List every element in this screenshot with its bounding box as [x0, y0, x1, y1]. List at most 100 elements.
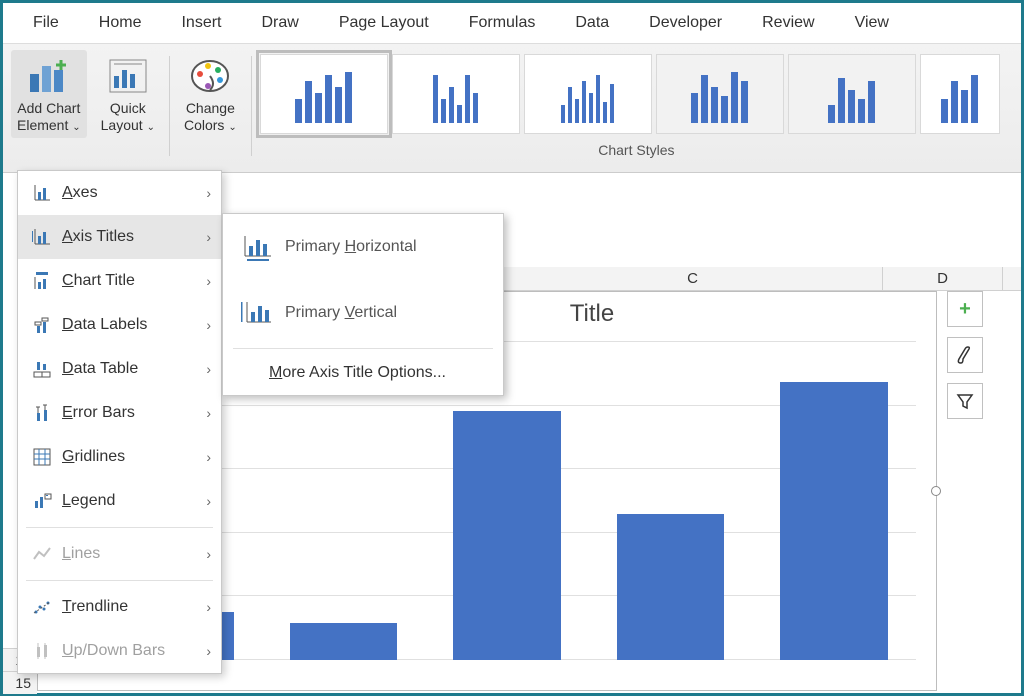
funnel-icon [955, 391, 975, 411]
menu-item-data-labels[interactable]: Data Labels› [18, 303, 221, 347]
menu-item-chart-title[interactable]: Chart Title› [18, 259, 221, 303]
gridlines-icon [28, 447, 56, 467]
chevron-right-icon: › [206, 317, 211, 333]
chevron-right-icon: › [206, 643, 211, 659]
add-chart-element-label: Add Chart Element ⌄ [17, 100, 81, 134]
chart-style-4[interactable] [656, 54, 784, 134]
axes-icon [28, 183, 56, 203]
add-chart-element-icon [24, 54, 74, 98]
brush-icon [955, 345, 975, 365]
row-header-15[interactable]: 15 [3, 671, 37, 694]
tab-view[interactable]: View [835, 4, 909, 42]
bar-3[interactable] [453, 411, 561, 660]
data-labels-icon [28, 315, 56, 335]
change-colors-label: Change Colors ⌄ [184, 100, 237, 134]
chart-style-5[interactable] [788, 54, 916, 134]
tab-developer[interactable]: Developer [629, 4, 742, 42]
lines-icon [28, 544, 56, 564]
menu-separator [26, 580, 213, 581]
chart-style-1[interactable] [260, 54, 388, 134]
chevron-right-icon: › [206, 405, 211, 421]
menu-item-label: Chart Title [56, 272, 206, 290]
menu-item-label: Axis Titles [56, 228, 206, 246]
tab-draw[interactable]: Draw [241, 4, 318, 42]
col-header-c[interactable]: C [503, 267, 883, 290]
axis-titles-icon [28, 227, 56, 247]
bar-4[interactable] [617, 514, 725, 660]
chevron-right-icon: › [206, 273, 211, 289]
change-colors-button[interactable]: Change Colors ⌄ [178, 50, 243, 138]
menu-item-label: Legend [56, 492, 206, 510]
menu-item-error-bars[interactable]: Error Bars› [18, 391, 221, 435]
menu-item-label: Gridlines [56, 448, 206, 466]
menu-separator [26, 527, 213, 528]
more-axis-title-options-menuitem[interactable]: More Axis Title Options... [223, 351, 503, 395]
legend-icon [28, 491, 56, 511]
menu-item-label: Up/Down Bars [56, 642, 206, 660]
ribbon-separator [169, 56, 170, 156]
add-chart-element-menu: Axes›Axis Titles›Chart Title›Data Labels… [17, 170, 222, 674]
menu-item-gridlines[interactable]: Gridlines› [18, 435, 221, 479]
ribbon-tabs: File Home Insert Draw Page Layout Formul… [3, 3, 1021, 43]
primary-horizontal-label: Primary Horizontal [285, 238, 417, 256]
tab-data[interactable]: Data [555, 4, 629, 42]
menu-item-updown: Up/Down Bars› [18, 629, 221, 673]
chart-filter-button[interactable] [947, 383, 983, 419]
menu-item-legend[interactable]: Legend› [18, 479, 221, 523]
chart-styles-button[interactable] [947, 337, 983, 373]
tab-home[interactable]: Home [79, 4, 162, 42]
primary-horizontal-menuitem[interactable]: Primary Horizontal [223, 214, 503, 280]
ribbon-separator-2 [251, 56, 252, 156]
menu-item-label: Error Bars [56, 404, 206, 422]
col-header-d[interactable]: D [883, 267, 1003, 290]
menu-item-label: Axes [56, 184, 206, 202]
axis-titles-submenu: Primary Horizontal Primary Vertical More… [222, 213, 504, 396]
chevron-right-icon: › [206, 229, 211, 245]
bar-5[interactable] [780, 382, 888, 660]
menu-item-axes[interactable]: Axes› [18, 171, 221, 215]
menu-item-label: Data Table [56, 360, 206, 378]
chevron-right-icon: › [206, 599, 211, 615]
menu-item-label: Lines [56, 545, 206, 563]
primary-vertical-menuitem[interactable]: Primary Vertical [223, 280, 503, 346]
menu-item-axis-titles[interactable]: Axis Titles› [18, 215, 221, 259]
primary-horizontal-icon [241, 232, 285, 262]
tab-formulas[interactable]: Formulas [449, 4, 556, 42]
tab-insert[interactable]: Insert [161, 4, 241, 42]
menu-item-trendline[interactable]: Trendline› [18, 585, 221, 629]
tab-page-layout[interactable]: Page Layout [319, 4, 449, 42]
menu-item-label: Data Labels [56, 316, 206, 334]
bar-2[interactable] [290, 623, 398, 660]
chart-float-buttons: + [947, 291, 983, 419]
chart-styles-label: Chart Styles [260, 142, 1013, 158]
chart-style-6[interactable] [920, 54, 1000, 134]
chart-style-2[interactable] [392, 54, 520, 134]
quick-layout-icon [103, 54, 153, 98]
chevron-right-icon: › [206, 449, 211, 465]
quick-layout-label: Quick Layout ⌄ [101, 100, 155, 134]
add-chart-element-button[interactable]: Add Chart Element ⌄ [11, 50, 87, 138]
chart-styles-group: Chart Styles [260, 50, 1013, 158]
chart-resize-handle[interactable] [931, 486, 941, 496]
trendline-icon [28, 597, 56, 617]
change-colors-icon [185, 54, 235, 98]
chart-elements-button[interactable]: + [947, 291, 983, 327]
menu-item-lines: Lines› [18, 532, 221, 576]
quick-layout-button[interactable]: Quick Layout ⌄ [95, 50, 161, 138]
chevron-right-icon: › [206, 493, 211, 509]
chart-title-icon [28, 271, 56, 291]
chevron-right-icon: › [206, 546, 211, 562]
menu-item-label: Trendline [56, 598, 206, 616]
ribbon-body: Add Chart Element ⌄ Quick Layout ⌄ [3, 43, 1021, 173]
submenu-separator [233, 348, 493, 349]
tab-file[interactable]: File [13, 4, 79, 42]
chevron-right-icon: › [206, 361, 211, 377]
data-table-icon [28, 359, 56, 379]
chart-style-3[interactable] [524, 54, 652, 134]
primary-vertical-label: Primary Vertical [285, 304, 397, 322]
tab-review[interactable]: Review [742, 4, 834, 42]
menu-item-data-table[interactable]: Data Table› [18, 347, 221, 391]
error-bars-icon [28, 403, 56, 423]
chevron-right-icon: › [206, 185, 211, 201]
primary-vertical-icon [241, 298, 285, 328]
